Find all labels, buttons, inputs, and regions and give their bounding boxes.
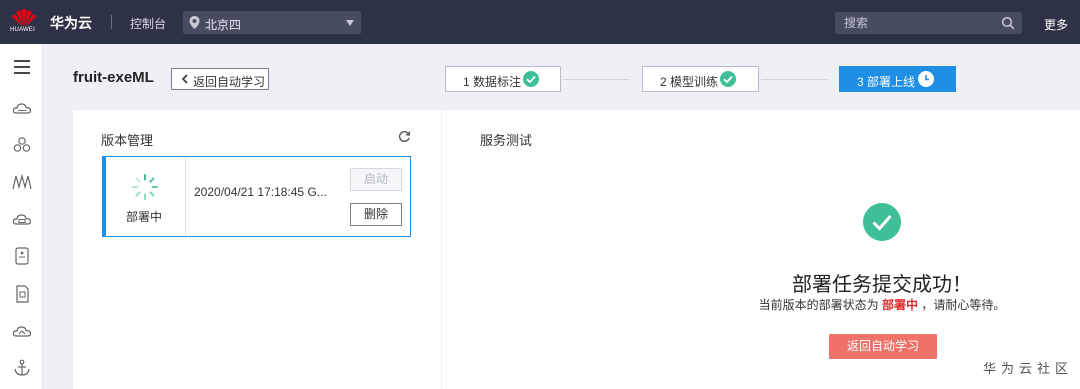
console-link[interactable]: 控制台 — [130, 15, 166, 32]
waveform-icon[interactable] — [12, 172, 32, 192]
status-highlight: 部署中 — [881, 298, 918, 312]
status-prefix: 当前版本的部署状态为 — [758, 298, 879, 312]
search-icon[interactable] — [1001, 16, 1015, 30]
step-label: 1 数据标注 — [463, 75, 522, 89]
watermark: 华为云社区 — [983, 361, 1074, 376]
version-card[interactable]: 部署中 2020/04/21 17:18:45 G... 启动 删除 — [102, 156, 411, 237]
version-panel-title: 版本管理 — [101, 133, 154, 148]
version-timestamp: 2020/04/21 17:18:45 G... — [194, 185, 327, 199]
step-label: 3 部署上线 — [857, 75, 916, 89]
back-button-label: 返回自动学习 — [193, 75, 266, 89]
refresh-icon[interactable] — [398, 130, 411, 143]
check-circle-icon — [523, 71, 539, 87]
logo-text: HUAWEI — [10, 27, 35, 33]
step-label: 2 模型训练 — [660, 75, 719, 89]
search-box[interactable] — [835, 12, 1022, 34]
storage-icon[interactable] — [12, 246, 32, 266]
status-message: 当前版本的部署状态为 部署中 ，请耐心等待。 — [700, 296, 1064, 313]
document-icon[interactable] — [12, 284, 32, 304]
top-navbar: HUAWEI 华为云 控制台 北京四 更多 — [0, 0, 1080, 44]
page-title: fruit-exeML — [73, 69, 154, 86]
back-to-automl-button[interactable]: 返回自动学习 — [171, 68, 269, 90]
sidebar-rail — [0, 44, 43, 389]
search-input[interactable] — [835, 12, 995, 34]
step-deploy[interactable]: 3 部署上线 — [839, 66, 956, 92]
anchor-icon[interactable] — [12, 358, 32, 378]
return-automl-button[interactable]: 返回自动学习 — [829, 334, 937, 359]
service-panel-title: 服务测试 — [480, 133, 533, 148]
cloud-server-icon[interactable] — [12, 209, 32, 229]
region-select[interactable]: 北京四 — [183, 11, 361, 34]
huawei-logo-icon[interactable] — [9, 6, 39, 38]
success-message: 部署任务提交成功！ — [792, 274, 972, 296]
chevron-left-icon — [181, 74, 188, 84]
step-connector — [761, 79, 827, 80]
region-value: 北京四 — [205, 18, 242, 32]
clock-icon — [918, 71, 934, 87]
cloud-icon[interactable] — [12, 98, 32, 118]
step-data-labeling[interactable]: 1 数据标注 — [445, 66, 561, 92]
version-management-panel — [73, 110, 441, 389]
step-model-training[interactable]: 2 模型训练 — [642, 66, 759, 92]
start-button[interactable]: 启动 — [350, 168, 402, 191]
cluster-icon[interactable] — [12, 135, 32, 155]
location-pin-icon — [189, 16, 200, 29]
brand-name[interactable]: 华为云 — [50, 13, 92, 33]
check-circle-icon — [720, 71, 736, 87]
cloud-sync-icon[interactable] — [12, 321, 32, 341]
chevron-down-icon — [346, 20, 354, 26]
divider — [111, 15, 112, 29]
version-status-cell: 部署中 — [106, 157, 186, 236]
loading-spinner-icon — [132, 174, 158, 200]
hamburger-menu-icon[interactable] — [12, 57, 32, 77]
version-status: 部署中 — [126, 210, 163, 224]
service-test-panel — [442, 110, 1080, 389]
step-connector — [563, 79, 629, 80]
more-menu[interactable]: 更多 — [1044, 16, 1068, 33]
delete-button[interactable]: 删除 — [350, 203, 402, 226]
success-check-icon — [863, 203, 901, 241]
status-suffix: ，请耐心等待。 — [921, 298, 1006, 312]
